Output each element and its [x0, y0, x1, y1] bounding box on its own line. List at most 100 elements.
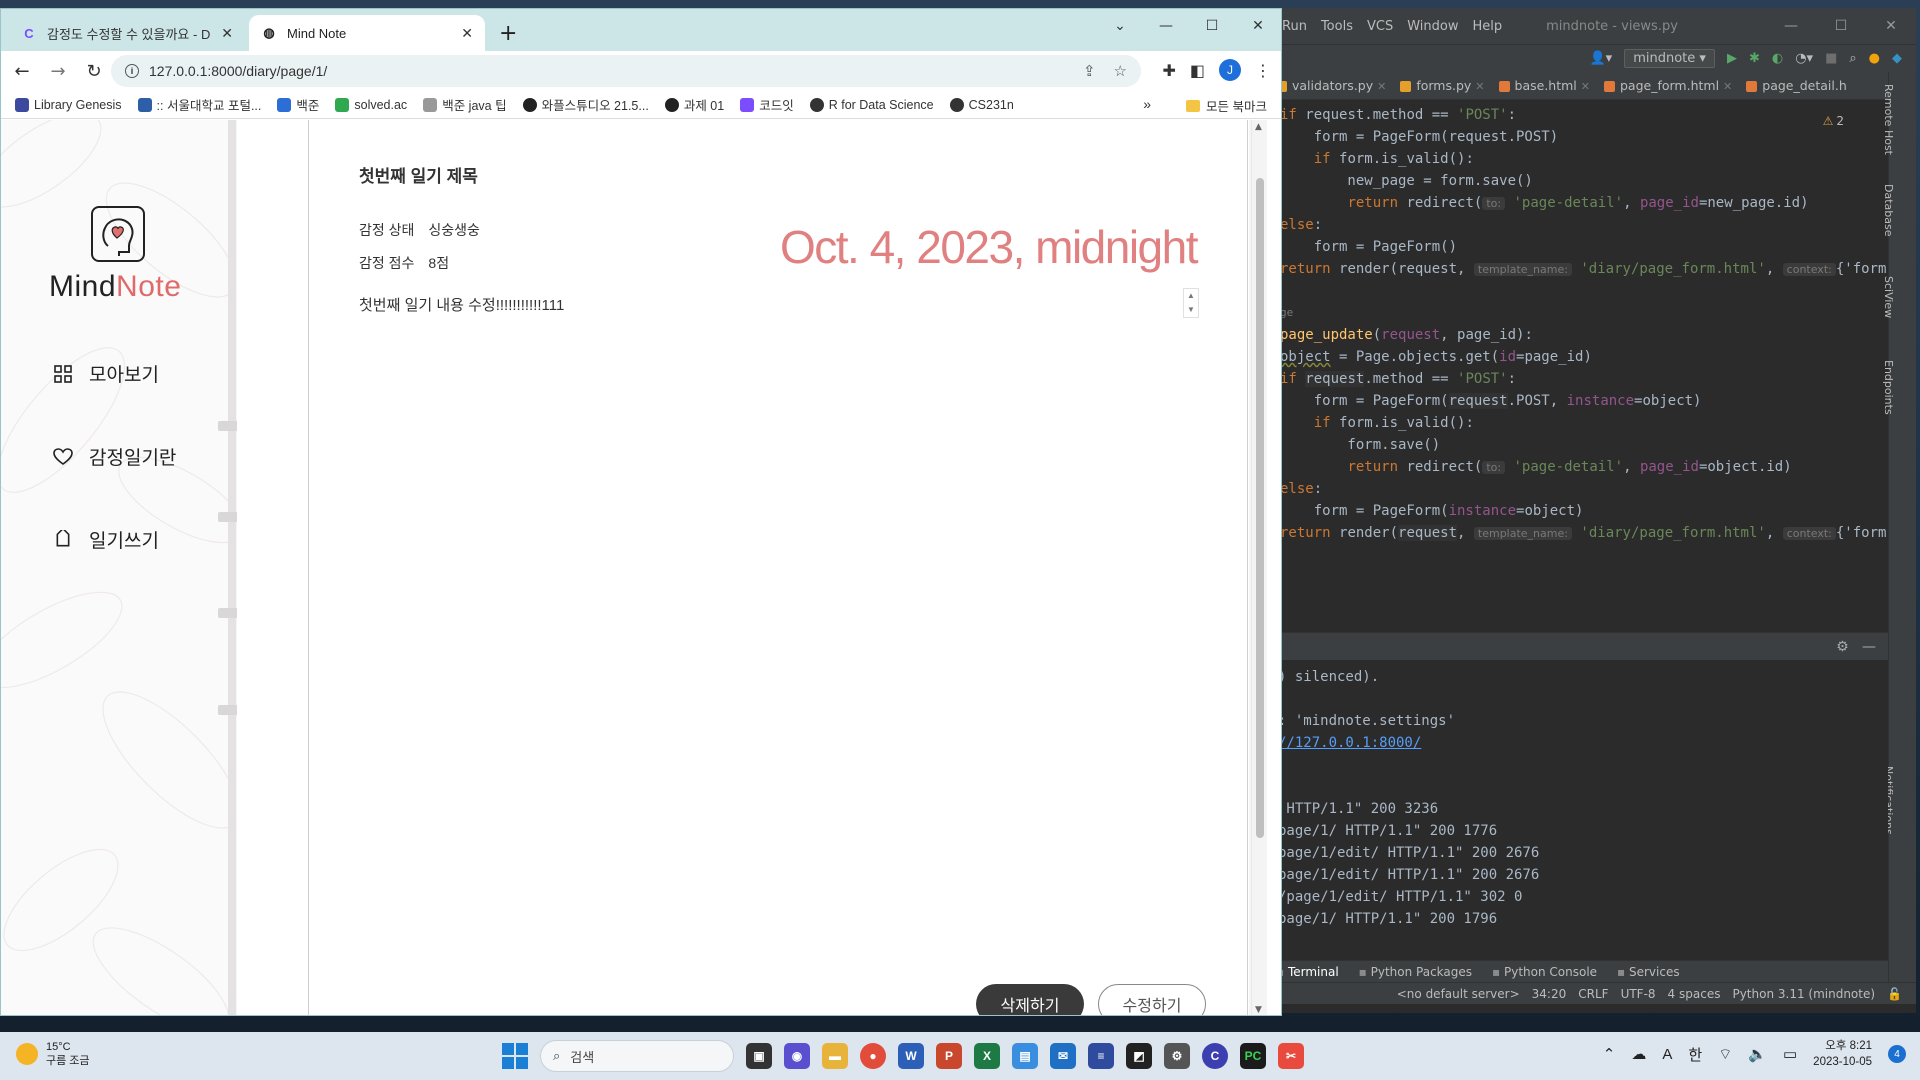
word-icon[interactable]: W [898, 1043, 924, 1069]
diary-content[interactable]: 첫번째 일기 내용 수정!!!!!!!!!!!111 ▲ ▼ [359, 288, 1199, 326]
close-icon[interactable]: ✕ [1475, 80, 1484, 93]
side-panel-icon[interactable]: ◧ [1190, 61, 1205, 80]
ide-maximize-icon[interactable]: ☐ [1816, 8, 1866, 44]
cursor-position[interactable]: 34:20 [1532, 987, 1567, 1001]
indent-setting[interactable]: 4 spaces [1668, 987, 1721, 1001]
database-tool[interactable]: Database [1882, 184, 1895, 237]
ide-close-icon[interactable]: ✕ [1866, 8, 1916, 44]
server-status[interactable]: <no default server> [1397, 987, 1520, 1001]
editor-tab[interactable]: base.html ✕ [1493, 74, 1598, 99]
warning-count[interactable]: 2 [1823, 110, 1844, 132]
tab-close-icon[interactable]: ✕ [461, 25, 473, 42]
terminal-settings-icon[interactable]: ⚙ — [1836, 639, 1876, 655]
close-icon[interactable]: ✕ [1377, 80, 1386, 93]
teams-chat-icon[interactable]: ◉ [784, 1043, 810, 1069]
close-icon[interactable]: ✕ [1581, 80, 1590, 93]
remote-host-tool[interactable]: Remote Host [1882, 84, 1895, 155]
python-packages-tab[interactable]: Python Packages [1359, 965, 1472, 979]
powerpoint-icon[interactable]: P [936, 1043, 962, 1069]
font-indicator[interactable]: A [1662, 1046, 1672, 1063]
share-icon[interactable]: ⇪ [1083, 62, 1096, 80]
pycharm-icon[interactable]: PC [1240, 1043, 1266, 1069]
content-spinner-icon[interactable]: ▲ ▼ [1183, 288, 1199, 318]
plugin-icon[interactable]: ◆ [1892, 51, 1902, 66]
scroll-down-icon[interactable]: ▼ [1255, 1005, 1262, 1015]
editor-tab[interactable]: page_form.html ✕ [1598, 74, 1740, 99]
terminal-tab[interactable]: Terminal [1276, 965, 1339, 979]
coverage-icon[interactable]: ◐ [1772, 51, 1783, 66]
search-everywhere-icon[interactable]: ⌕ [1849, 51, 1856, 66]
scrollbar-thumb[interactable] [1256, 178, 1264, 838]
tab-close-icon[interactable]: ✕ [221, 25, 233, 42]
delete-button[interactable]: 삭제하기 [976, 984, 1084, 1015]
bookmark-item[interactable]: Library Genesis [15, 97, 122, 112]
line-separator[interactable]: CRLF [1578, 987, 1608, 1001]
services-tab[interactable]: Services [1617, 965, 1680, 979]
address-bar[interactable]: i 127.0.0.1:8000/diary/page/1/ ⇪ ☆ [111, 55, 1141, 87]
terminal-server-link[interactable]: //127.0.0.1:8000/ [1278, 732, 1888, 754]
notepad-icon[interactable]: ≡ [1088, 1043, 1114, 1069]
ide-minimize-icon[interactable]: — [1766, 8, 1816, 44]
reload-button[interactable]: ↻ [79, 56, 109, 86]
user-icon[interactable]: 👤▾ [1590, 51, 1613, 66]
tab-search-icon[interactable]: ⌄ [1097, 9, 1143, 43]
store-icon[interactable]: ▤ [1012, 1043, 1038, 1069]
editor-tab[interactable]: forms.py ✕ [1394, 74, 1492, 99]
tray-overflow-icon[interactable]: ⌃ [1603, 1045, 1616, 1063]
ide-menu-vcs[interactable]: VCS [1367, 19, 1393, 34]
ide-menu-window[interactable]: Window [1407, 19, 1458, 34]
browser-menu-icon[interactable]: ⋮ [1255, 61, 1271, 80]
notification-badge[interactable]: 4 [1888, 1045, 1906, 1063]
onedrive-icon[interactable]: ☁ [1631, 1045, 1646, 1063]
maximize-icon[interactable]: ☐ [1189, 9, 1235, 43]
task-view-icon[interactable]: ▣ [746, 1043, 772, 1069]
bookmark-item[interactable]: 와플스튜디오 21.5... [522, 95, 649, 114]
browser-tab[interactable]: C 감정도 수정할 수 있을까요 - D ✕ [9, 15, 245, 51]
ide-menu-tools[interactable]: Tools [1321, 19, 1353, 34]
all-bookmarks-folder[interactable]: 모든 북마크 [1186, 96, 1267, 115]
back-button[interactable]: ← [7, 56, 37, 86]
nav-item-collection[interactable]: 모아보기 [53, 360, 159, 387]
sticky-notes-icon[interactable]: ◩ [1126, 1043, 1152, 1069]
bookmark-item[interactable]: R for Data Science [809, 97, 934, 112]
bookmark-item[interactable]: 코드잇 [740, 95, 794, 114]
bookmark-item[interactable]: 과제 01 [664, 95, 724, 114]
browser-tab-active[interactable]: ◍ Mind Note ✕ [249, 15, 485, 51]
mindnote-logo-icon[interactable] [91, 206, 145, 262]
ide-menu-help[interactable]: Help [1472, 19, 1502, 34]
window-close-icon[interactable]: ✕ [1235, 9, 1281, 43]
stop-icon[interactable]: ■ [1825, 51, 1837, 66]
mail-icon[interactable]: ✉ [1050, 1043, 1076, 1069]
new-tab-button[interactable]: + [499, 21, 517, 46]
close-icon[interactable]: ✕ [1723, 80, 1732, 93]
lock-icon[interactable]: 🔓 [1887, 987, 1902, 1001]
minimize-icon[interactable]: — [1143, 9, 1189, 43]
nav-item-emotion-diary[interactable]: 감정일기란 [53, 443, 176, 470]
battery-icon[interactable]: ▭ [1783, 1045, 1797, 1063]
scroll-up-icon[interactable]: ▲ [1255, 122, 1262, 132]
excel-icon[interactable]: X [974, 1043, 1000, 1069]
clock[interactable]: 오후 8:21 2023-10-05 [1813, 1038, 1872, 1070]
site-info-icon[interactable]: i [125, 64, 139, 78]
endpoints-tool[interactable]: Endpoints [1882, 360, 1895, 415]
start-menu-icon[interactable] [502, 1043, 528, 1069]
edit-button[interactable]: 수정하기 [1098, 984, 1206, 1015]
wifi-icon[interactable]: ⌔ [1718, 1045, 1732, 1064]
update-icon[interactable]: ● [1869, 51, 1880, 66]
bookmark-item[interactable]: 백준 [277, 95, 319, 114]
run-icon[interactable]: ▶ [1727, 51, 1737, 66]
run-config-select[interactable]: mindnote ▾ [1624, 49, 1715, 68]
settings-icon[interactable]: ⚙ [1164, 1043, 1190, 1069]
mindnote-brand[interactable]: MindNote [49, 270, 181, 304]
claude-icon[interactable]: C [1202, 1043, 1228, 1069]
ide-menu-run[interactable]: Run [1282, 19, 1307, 34]
bookmark-item[interactable]: 백준 java 팁 [423, 95, 507, 114]
file-encoding[interactable]: UTF-8 [1621, 987, 1656, 1001]
editor-tab[interactable]: page_detail.h [1740, 74, 1855, 99]
python-console-tab[interactable]: Python Console [1492, 965, 1597, 979]
bookmark-item[interactable]: :: 서울대학교 포털... [137, 95, 261, 114]
profile-avatar[interactable]: J [1219, 59, 1241, 81]
volume-icon[interactable]: 🔈 [1748, 1045, 1767, 1063]
profile-icon[interactable]: ◔▾ [1795, 51, 1813, 66]
code-editor[interactable]: 2 if request.method == 'POST': form = Pa… [1270, 100, 1888, 620]
